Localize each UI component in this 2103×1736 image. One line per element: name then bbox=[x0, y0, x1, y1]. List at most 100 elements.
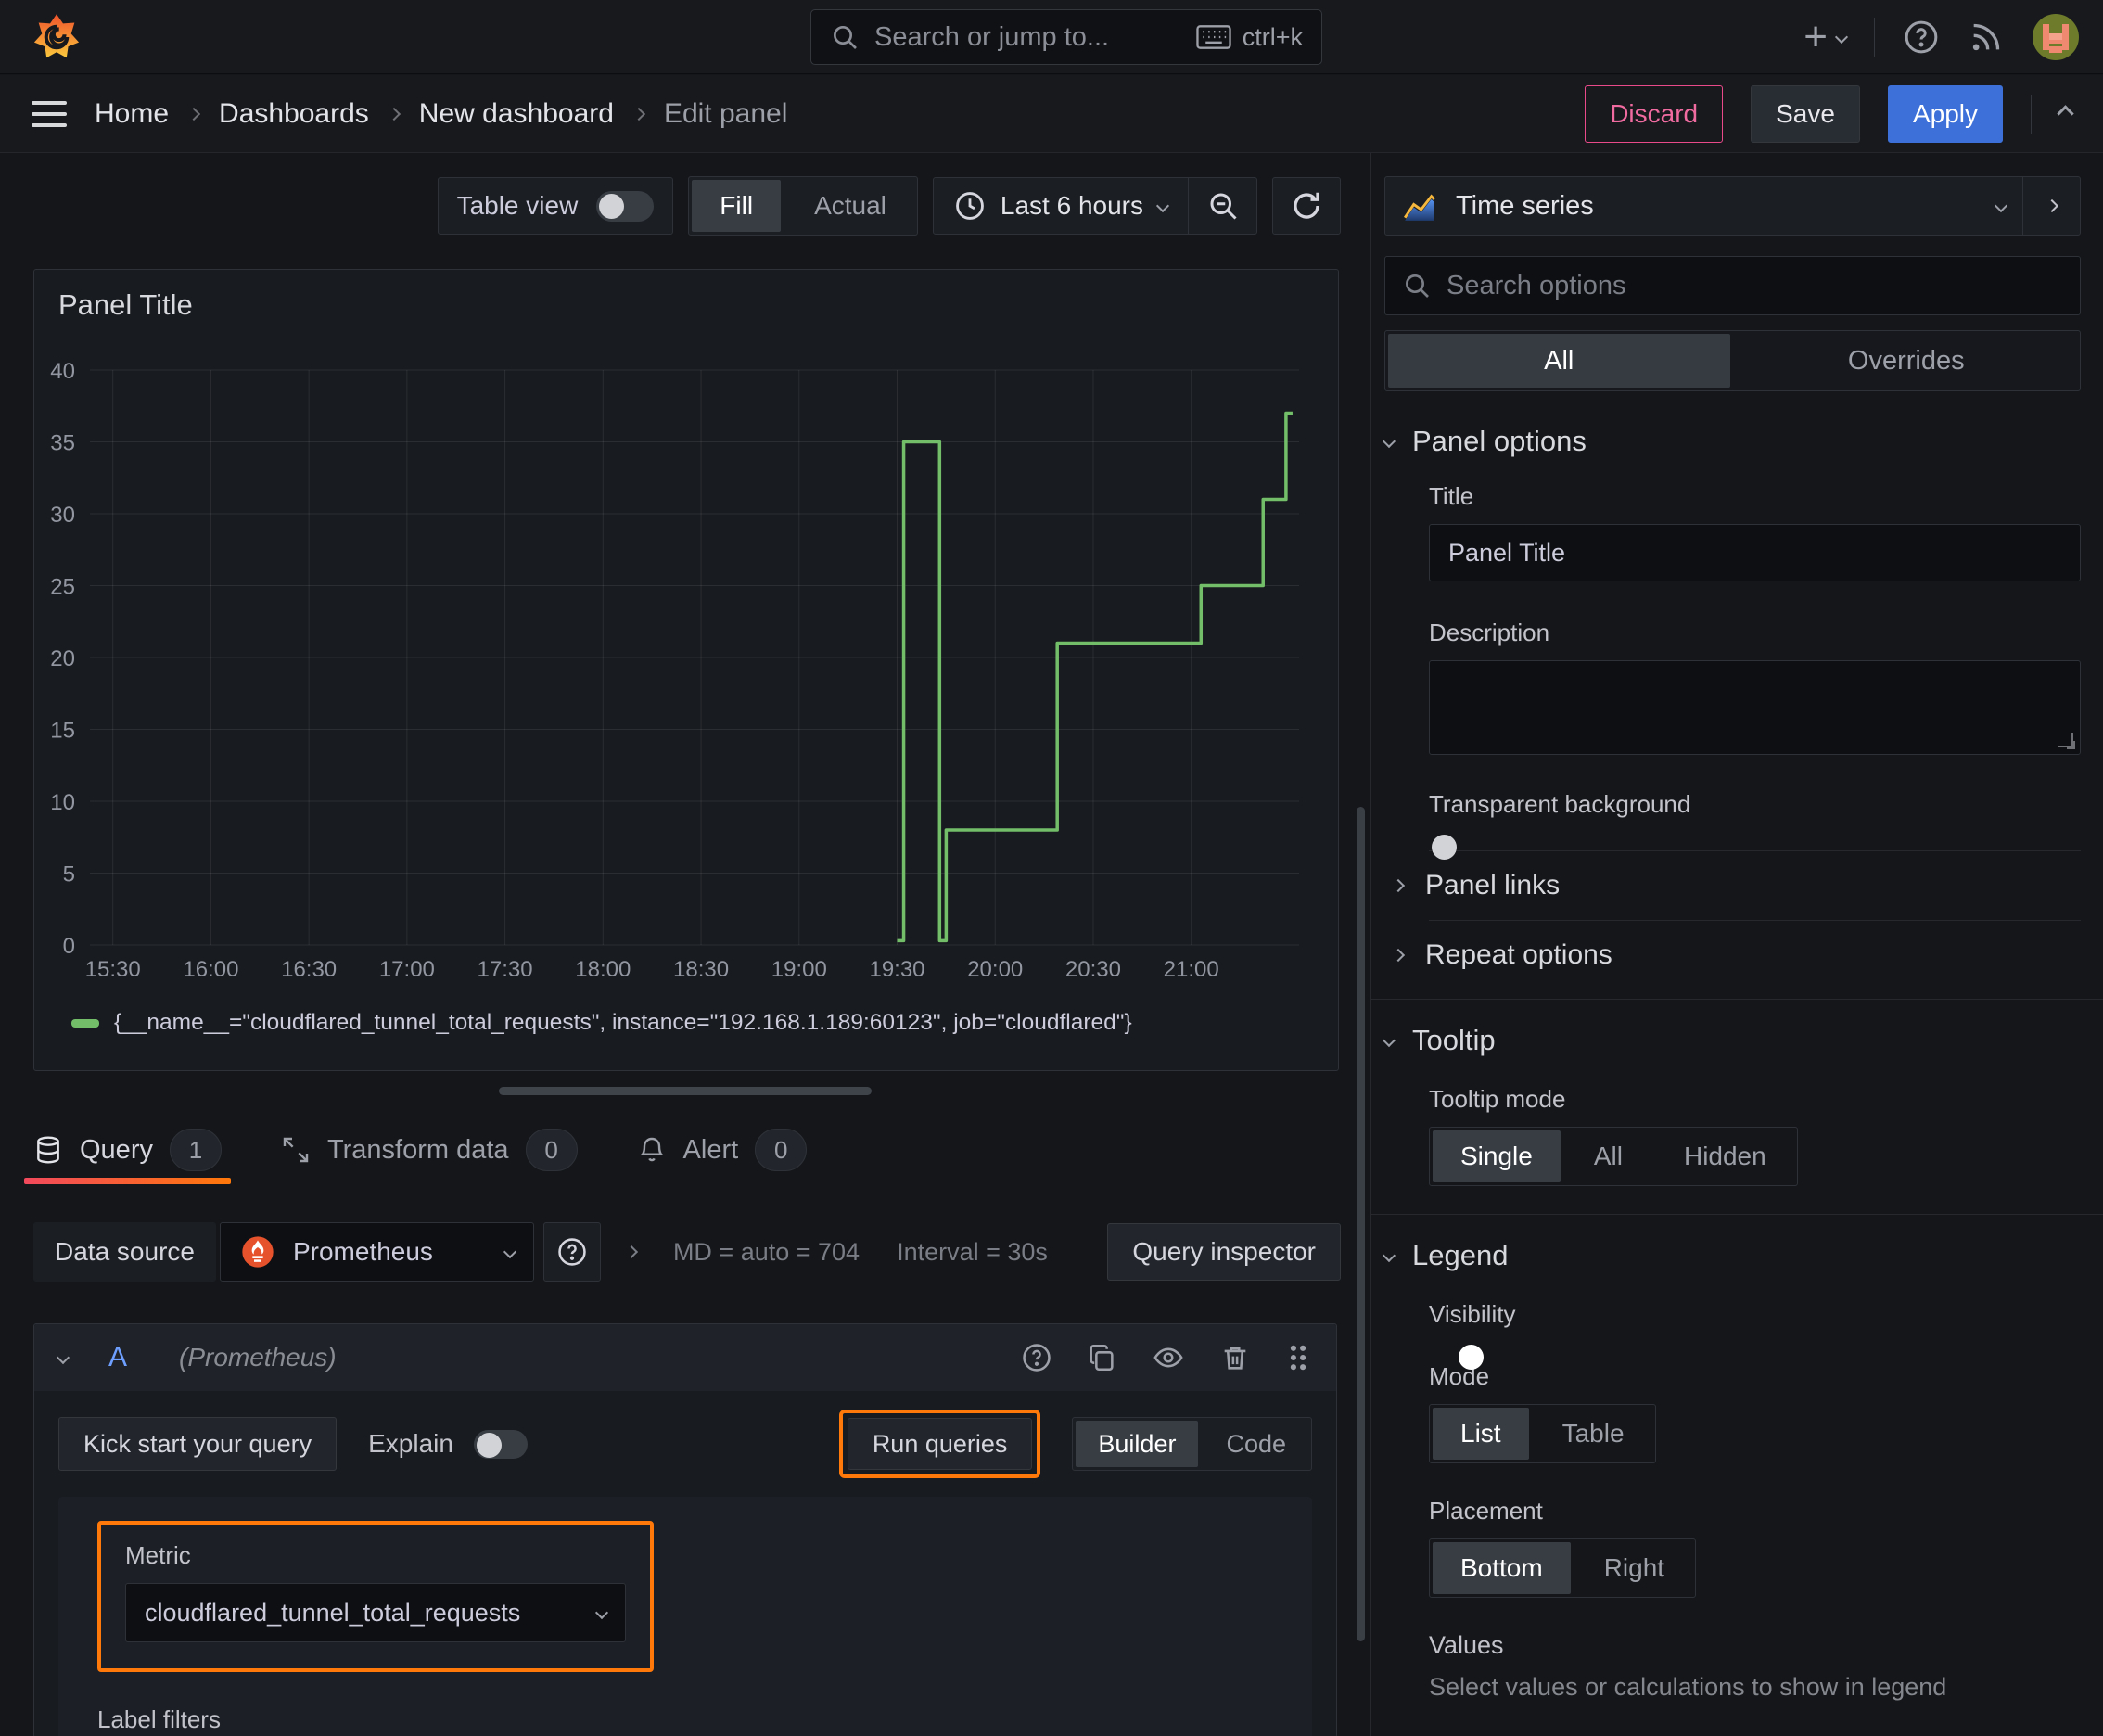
zoom-out-button[interactable] bbox=[1188, 178, 1256, 234]
fill-actual-group: Fill Actual bbox=[688, 176, 918, 236]
query-builder-body: Metric cloudflared_tunnel_total_requests… bbox=[58, 1497, 1312, 1736]
drag-handle-icon[interactable] bbox=[1284, 1342, 1312, 1373]
kick-start-button[interactable]: Kick start your query bbox=[58, 1417, 338, 1471]
explain-toggle[interactable]: Explain bbox=[368, 1429, 528, 1459]
breadcrumb-home[interactable]: Home bbox=[95, 98, 169, 130]
query-datasource-hint: (Prometheus) bbox=[179, 1343, 337, 1372]
y-axis-tick: 5 bbox=[63, 862, 75, 887]
tab-alert[interactable]: Alert 0 bbox=[637, 1116, 808, 1184]
transparent-bg-label: Transparent background bbox=[1429, 790, 1691, 818]
help-icon[interactable] bbox=[1903, 19, 1940, 56]
scrollbar[interactable] bbox=[1357, 807, 1365, 1641]
visualization-picker[interactable]: Time series bbox=[1385, 177, 2022, 235]
y-axis-tick: 30 bbox=[50, 503, 75, 528]
fill-option[interactable]: Fill bbox=[692, 180, 782, 232]
news-icon[interactable] bbox=[1968, 19, 2005, 56]
query-header[interactable]: A (Prometheus) bbox=[34, 1324, 1336, 1391]
panel-title-input[interactable]: Panel Title bbox=[1429, 524, 2081, 581]
duplicate-query-icon[interactable] bbox=[1086, 1342, 1117, 1373]
top-nav: Search or jump to... ctrl+k + bbox=[0, 0, 2103, 74]
query-inspector-button[interactable]: Query inspector bbox=[1107, 1223, 1341, 1281]
builder-option[interactable]: Builder bbox=[1076, 1421, 1199, 1467]
tooltip-mode-all[interactable]: All bbox=[1566, 1130, 1651, 1182]
datasource-picker[interactable]: Prometheus bbox=[219, 1222, 534, 1282]
code-option[interactable]: Code bbox=[1204, 1421, 1308, 1467]
x-axis-tick: 16:30 bbox=[281, 957, 337, 982]
x-axis-tick: 17:00 bbox=[379, 957, 435, 982]
table-view-toggle[interactable]: Table view bbox=[437, 177, 674, 235]
keyboard-icon bbox=[1196, 23, 1231, 51]
chevron-down-icon bbox=[1382, 1248, 1396, 1263]
collapse-query-icon[interactable] bbox=[56, 1350, 70, 1365]
actual-option[interactable]: Actual bbox=[786, 180, 914, 232]
section-tooltip[interactable]: Tooltip bbox=[1382, 1024, 2081, 1057]
legend-mode-table[interactable]: Table bbox=[1535, 1408, 1652, 1460]
search-shortcut: ctrl+k bbox=[1242, 22, 1303, 51]
tab-all[interactable]: All bbox=[1388, 334, 1730, 388]
grafana-logo-icon[interactable] bbox=[32, 12, 82, 62]
collapse-options-icon[interactable] bbox=[2057, 105, 2074, 122]
breadcrumb-separator-icon bbox=[387, 107, 401, 121]
chevron-down-icon bbox=[503, 1245, 517, 1259]
label-filters-label: Label filters bbox=[97, 1705, 221, 1733]
section-legend[interactable]: Legend bbox=[1382, 1239, 2081, 1272]
query-help-icon[interactable] bbox=[1021, 1342, 1052, 1373]
tooltip-mode-single[interactable]: Single bbox=[1433, 1130, 1561, 1182]
chart-legend[interactable]: {__name__="cloudflared_tunnel_total_requ… bbox=[71, 1010, 1132, 1036]
options-expand-icon[interactable] bbox=[624, 1245, 639, 1259]
tab-transform[interactable]: Transform data 0 bbox=[281, 1116, 578, 1184]
toggle-visibility-icon[interactable] bbox=[1151, 1342, 1186, 1373]
metric-highlight: Metric cloudflared_tunnel_total_requests bbox=[97, 1521, 654, 1672]
y-axis-tick: 20 bbox=[50, 646, 75, 671]
discard-button[interactable]: Discard bbox=[1585, 84, 1724, 143]
search-options-input[interactable]: Search options bbox=[1384, 256, 2081, 315]
breadcrumb-new-dashboard[interactable]: New dashboard bbox=[419, 98, 614, 130]
explain-switch[interactable] bbox=[473, 1429, 528, 1459]
placement-label: Placement bbox=[1429, 1497, 1543, 1525]
time-range-label: Last 6 hours bbox=[1000, 191, 1143, 220]
pane-resize-handle[interactable] bbox=[499, 1087, 872, 1095]
chevron-down-icon bbox=[1994, 198, 2008, 213]
panel-links-label: Panel links bbox=[1425, 870, 1561, 900]
chevron-down-icon bbox=[1382, 434, 1396, 449]
apply-button[interactable]: Apply bbox=[1887, 84, 2003, 143]
placement-bottom[interactable]: Bottom bbox=[1433, 1542, 1571, 1594]
description-textarea[interactable] bbox=[1429, 660, 2081, 755]
section-panel-options[interactable]: Panel options bbox=[1382, 425, 2081, 458]
refresh-button[interactable] bbox=[1272, 177, 1341, 235]
legend-mode-list[interactable]: List bbox=[1433, 1408, 1529, 1460]
x-axis-tick: 17:30 bbox=[478, 957, 533, 982]
time-series-chart[interactable]: 0 5 10 15 20 25 30 35 40 15:30 16:00 16:30 17:00 17:3… bbox=[47, 359, 1327, 1008]
section-panel-links[interactable]: Panel links bbox=[1391, 851, 2081, 920]
delete-query-icon[interactable] bbox=[1219, 1342, 1251, 1373]
y-axis-tick: 15 bbox=[50, 719, 75, 744]
tab-overrides[interactable]: Overrides bbox=[1736, 334, 2078, 388]
y-axis-tick: 0 bbox=[63, 934, 75, 959]
placement-right[interactable]: Right bbox=[1576, 1542, 1692, 1594]
breadcrumb-dashboards[interactable]: Dashboards bbox=[219, 98, 369, 130]
legend-series-label[interactable]: {__name__="cloudflared_tunnel_total_requ… bbox=[114, 1010, 1132, 1036]
add-menu-button[interactable]: + bbox=[1803, 17, 1849, 57]
search-input[interactable]: Search or jump to... ctrl+k bbox=[810, 9, 1322, 65]
metric-label: Metric bbox=[125, 1541, 191, 1569]
save-button[interactable]: Save bbox=[1751, 84, 1860, 143]
tab-query-label: Query bbox=[80, 1134, 153, 1165]
table-view-switch[interactable] bbox=[596, 190, 655, 222]
metric-select[interactable]: cloudflared_tunnel_total_requests bbox=[125, 1583, 626, 1642]
x-axis-tick: 18:00 bbox=[575, 957, 631, 982]
search-options-placeholder: Search options bbox=[1447, 270, 1626, 300]
run-queries-button[interactable]: Run queries bbox=[847, 1418, 1033, 1470]
avatar[interactable] bbox=[2033, 14, 2079, 60]
tooltip-mode-hidden[interactable]: Hidden bbox=[1656, 1130, 1794, 1182]
series-line[interactable] bbox=[897, 411, 1293, 943]
datasource-help-button[interactable] bbox=[542, 1222, 601, 1282]
menu-icon[interactable] bbox=[32, 100, 67, 127]
section-repeat-options[interactable]: Repeat options bbox=[1391, 921, 2081, 989]
tab-query[interactable]: Query 1 bbox=[24, 1116, 231, 1184]
options-filter-tabs: All Overrides bbox=[1384, 330, 2081, 391]
time-range-picker[interactable]: Last 6 hours bbox=[934, 190, 1188, 222]
x-axis-tick: 18:30 bbox=[673, 957, 729, 982]
panel-title[interactable]: Panel Title bbox=[34, 270, 1338, 340]
expand-viz-button[interactable] bbox=[2022, 177, 2080, 235]
tab-transform-badge: 0 bbox=[525, 1129, 578, 1171]
